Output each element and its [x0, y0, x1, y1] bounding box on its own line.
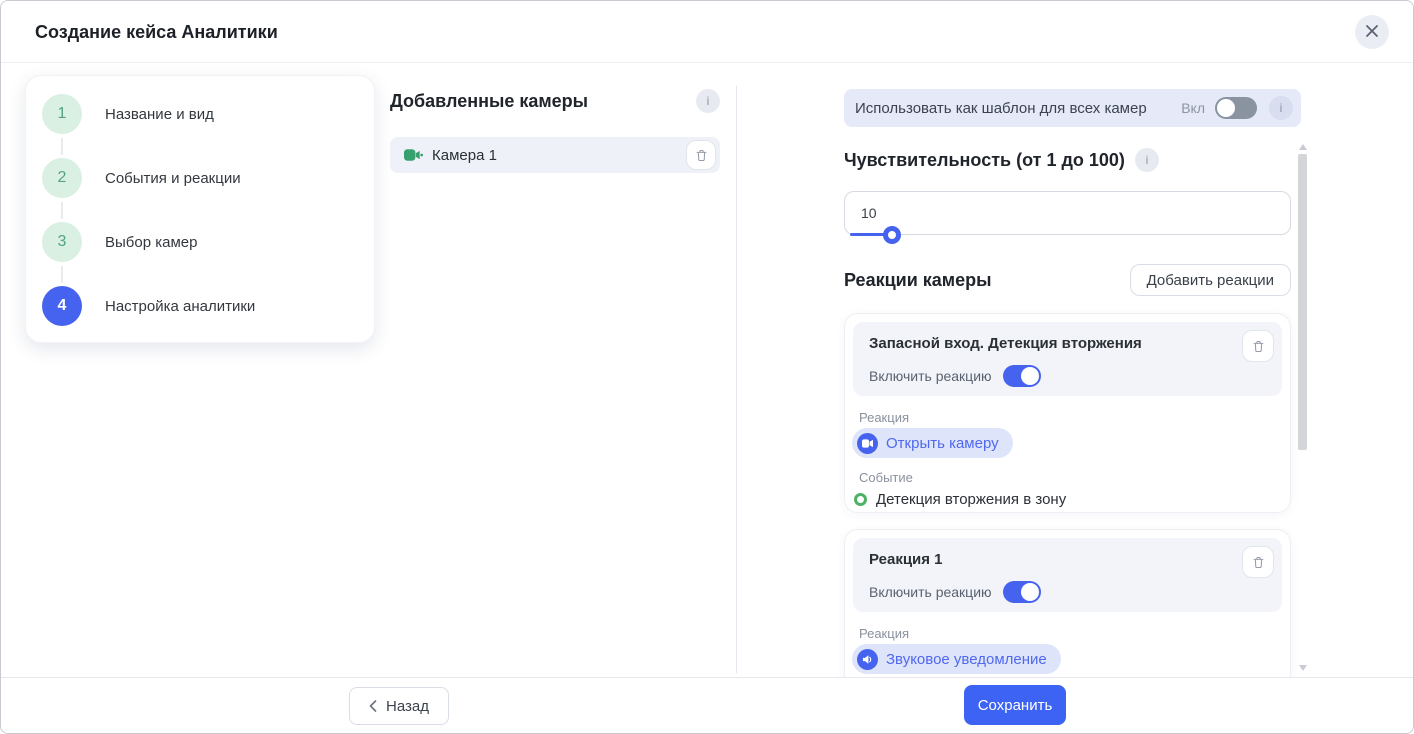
step-number-badge: 4: [42, 286, 82, 326]
sensitivity-slider-thumb[interactable]: [883, 226, 901, 244]
sensitivity-value: 10: [861, 205, 877, 221]
reaction-chip-label: Звуковое уведомление: [886, 651, 1047, 668]
scrollbar-down-arrow[interactable]: [1299, 665, 1307, 671]
dialog-footer: Назад Сохранить: [1, 677, 1413, 734]
sensitivity-header: Чувствительность (от 1 до 100) i: [844, 148, 1159, 172]
camera-name: Камера 1: [432, 147, 497, 164]
step-connector: [61, 202, 63, 219]
toggle-knob: [1021, 583, 1039, 601]
toggle-state-label: Вкл: [1181, 100, 1205, 116]
event-status-icon: [854, 493, 867, 506]
step-connector: [61, 138, 63, 155]
step-number-badge: 2: [42, 158, 82, 198]
added-cameras-header: Добавленные камеры i: [390, 89, 720, 113]
save-button[interactable]: Сохранить: [964, 685, 1066, 725]
info-icon[interactable]: i: [696, 89, 720, 113]
template-banner-label: Использовать как шаблон для всех камер: [855, 100, 1147, 117]
stepper: 1 Название и вид 2 События и реакции 3 В…: [25, 75, 375, 343]
trash-icon: [694, 148, 709, 163]
stepper-item-camera-selection[interactable]: 3 Выбор камер: [42, 222, 197, 262]
camera-icon: [404, 148, 423, 162]
sensitivity-input[interactable]: 10: [844, 191, 1291, 235]
add-reactions-button[interactable]: Добавить реакции: [1130, 264, 1291, 296]
scrollbar-thumb[interactable]: [1298, 154, 1307, 450]
dialog-header: Создание кейса Аналитики: [1, 1, 1413, 63]
enable-reaction-toggle[interactable]: [1003, 581, 1041, 603]
step-connector: [61, 266, 63, 283]
template-banner: Использовать как шаблон для всех камер В…: [844, 89, 1301, 127]
toggle-knob: [1021, 367, 1039, 385]
delete-reaction-button[interactable]: [1242, 330, 1274, 362]
enable-reaction-row: Включить реакцию: [869, 581, 1041, 603]
stepper-item-name-and-type[interactable]: 1 Название и вид: [42, 94, 214, 134]
reaction-card-header: Запасной вход. Детекция вторжения Включи…: [853, 322, 1282, 396]
reaction-card-title: Реакция 1: [869, 551, 943, 568]
close-button[interactable]: [1355, 15, 1389, 49]
right-panel-scrollbar: [1298, 142, 1308, 673]
event-field-label: Событие: [859, 470, 913, 485]
delete-camera-button[interactable]: [686, 140, 716, 170]
step-number-badge: 3: [42, 222, 82, 262]
step-number-badge: 1: [42, 94, 82, 134]
scrollbar-up-arrow[interactable]: [1299, 144, 1307, 150]
back-button[interactable]: Назад: [349, 687, 449, 725]
stepper-item-analytics-settings[interactable]: 4 Настройка аналитики: [42, 286, 255, 326]
open-camera-icon: [857, 433, 878, 454]
step-label: Настройка аналитики: [105, 298, 255, 315]
step-label: Название и вид: [105, 106, 214, 123]
info-icon[interactable]: i: [1269, 96, 1293, 120]
enable-reaction-label: Включить реакцию: [869, 584, 992, 600]
enable-reaction-toggle[interactable]: [1003, 365, 1041, 387]
back-button-label: Назад: [386, 698, 429, 715]
reaction-card-title: Запасной вход. Детекция вторжения: [869, 335, 1142, 352]
event-name: Детекция вторжения в зону: [876, 491, 1066, 508]
added-cameras-title: Добавленные камеры: [390, 91, 588, 112]
stepper-item-events-and-reactions[interactable]: 2 События и реакции: [42, 158, 241, 198]
close-icon: [1365, 24, 1379, 41]
toggle-knob: [1217, 99, 1235, 117]
reaction-chip[interactable]: Открыть камеру: [852, 428, 1013, 458]
reaction-card: Запасной вход. Детекция вторжения Включи…: [844, 313, 1291, 513]
enable-reaction-label: Включить реакцию: [869, 368, 992, 384]
info-icon[interactable]: i: [1135, 148, 1159, 172]
sound-notification-icon: [857, 649, 878, 670]
sensitivity-slider-track[interactable]: [850, 233, 886, 236]
trash-icon: [1251, 339, 1266, 354]
chevron-left-icon: [369, 700, 377, 712]
reaction-field-label: Реакция: [859, 410, 909, 425]
sensitivity-title: Чувствительность (от 1 до 100): [844, 150, 1125, 171]
reaction-field-label: Реакция: [859, 626, 909, 641]
dialog-title: Создание кейса Аналитики: [35, 1, 278, 63]
step-label: События и реакции: [105, 170, 241, 187]
camera-list-item[interactable]: Камера 1: [390, 137, 720, 173]
reaction-chip-label: Открыть камеру: [886, 435, 999, 452]
reaction-card-header: Реакция 1 Включить реакцию: [853, 538, 1282, 612]
camera-reactions-title: Реакции камеры: [844, 270, 992, 291]
trash-icon: [1251, 555, 1266, 570]
delete-reaction-button[interactable]: [1242, 546, 1274, 578]
step-label: Выбор камер: [105, 234, 197, 251]
create-analytics-case-dialog: Создание кейса Аналитики 1 Название и ви…: [0, 0, 1414, 734]
column-divider: [736, 86, 737, 673]
reaction-chip[interactable]: Звуковое уведомление: [852, 644, 1061, 674]
camera-reactions-header: Реакции камеры Добавить реакции: [844, 264, 1291, 296]
event-row: Детекция вторжения в зону: [854, 491, 1066, 508]
template-toggle[interactable]: [1215, 97, 1257, 119]
enable-reaction-row: Включить реакцию: [869, 365, 1041, 387]
